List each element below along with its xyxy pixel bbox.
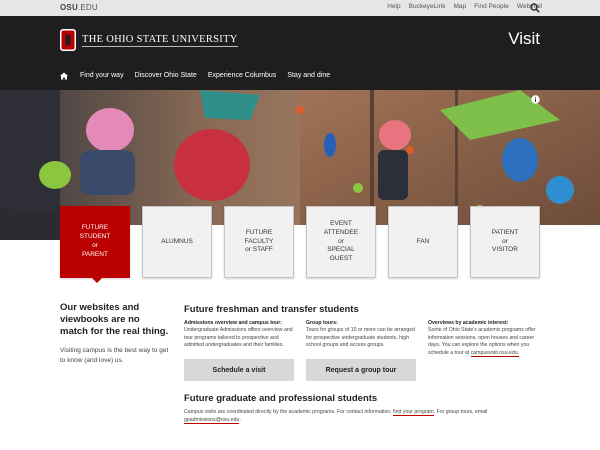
academic-interest-text: Some of Ohio State's academic programs o…: [428, 327, 540, 357]
utility-links: Help BuckeyeLink Map Find People Webmail: [387, 3, 542, 10]
nav-item-discover-ohio-state[interactable]: Discover Ohio State: [135, 72, 197, 79]
home-icon[interactable]: [60, 72, 68, 80]
request-group-tour-button[interactable]: Request a group tour: [306, 359, 416, 381]
tile-label-line: or: [92, 242, 98, 249]
academic-interest-block: Overviews by academic interest: Some of …: [428, 320, 540, 357]
tile-label-line: EVENT: [330, 220, 352, 228]
osu-edu-link[interactable]: OSU.EDU: [60, 3, 98, 12]
main-nav: Find your way Discover Ohio State Experi…: [0, 72, 600, 90]
tile-label-line: PARENT: [82, 250, 108, 258]
tile-fan[interactable]: FAN: [388, 206, 458, 278]
tile-label-line: ATTENDEE: [323, 228, 359, 236]
utility-bar: OSU.EDU Help BuckeyeLink Map Find People…: [0, 0, 600, 16]
tile-alumnus[interactable]: ALUMNUS: [142, 206, 212, 278]
academic-interest-heading: Overviews by academic interest:: [428, 320, 509, 326]
university-wordmark[interactable]: THE OHIO STATE UNIVERSITY: [82, 34, 238, 47]
utility-link-map[interactable]: Map: [453, 3, 466, 10]
graduate-section-title: Future graduate and professional student…: [184, 393, 378, 404]
utility-link-help[interactable]: Help: [387, 3, 400, 10]
gpadmissions-email-link[interactable]: gpadmissions@osu.edu: [184, 416, 240, 424]
freshman-section-title: Future freshman and transfer students: [184, 304, 359, 315]
graduate-text: Campus visits are coordinated directly b…: [184, 409, 540, 425]
tile-event-attendee-or-special-guest[interactable]: EVENT ATTENDEE or SPECIAL GUEST: [306, 206, 376, 278]
tile-label-line: STUDENT: [79, 233, 111, 241]
admissions-overview-text: Undergraduate Admissions offers overview…: [184, 327, 293, 349]
intro-heading: Our websites and viewbooks are no match …: [60, 302, 169, 337]
graduate-text-part: . For group tours, email: [433, 409, 488, 415]
utility-link-buckeyelink[interactable]: BuckeyeLink: [409, 3, 446, 10]
tile-label-line: SPECIAL: [327, 246, 355, 254]
nav-item-stay-and-dine[interactable]: Stay and dine: [287, 72, 330, 79]
info-icon[interactable]: [531, 95, 540, 104]
admissions-overview-heading: Admissions overview and campus tour:: [184, 320, 283, 326]
tile-label-line: FUTURE: [81, 224, 109, 232]
find-your-program-link[interactable]: find your program: [393, 409, 434, 416]
tile-label-line: PATIENT: [491, 228, 519, 236]
tile-label-line: or: [502, 237, 508, 245]
search-icon[interactable]: [530, 3, 540, 13]
admissions-overview-block: Admissions overview and campus tour: Und…: [184, 320, 296, 350]
block-o-logo[interactable]: [60, 29, 76, 51]
tile-label-line: FAN: [416, 237, 430, 245]
nav-item-find-your-way[interactable]: Find your way: [80, 72, 124, 79]
nav-item-experience-columbus[interactable]: Experience Columbus: [208, 72, 276, 79]
utility-link-find-people[interactable]: Find People: [474, 3, 509, 10]
tile-label-line: GUEST: [329, 255, 353, 263]
tile-patient-or-visitor[interactable]: PATIENT or VISITOR: [470, 206, 540, 278]
active-tile-pointer: [91, 277, 103, 283]
page-title: Visit: [508, 29, 540, 48]
group-tours-heading: Group tours:: [306, 320, 338, 326]
audience-tiles: FUTURE STUDENT or PARENT ALUMNUS FUTURE …: [60, 206, 540, 286]
tile-future-faculty-or-staff[interactable]: FUTURE FACULTY or STAFF: [224, 206, 294, 278]
graduate-text-part: .: [239, 416, 241, 423]
tile-label-line: FUTURE: [245, 228, 273, 236]
tile-label-line: VISITOR: [492, 246, 518, 254]
group-tours-block: Group tours: Tours for groups of 10 or m…: [306, 320, 418, 350]
schedule-visit-button[interactable]: Schedule a visit: [184, 359, 294, 381]
graduate-text-part: Campus visits are coordinated directly b…: [184, 409, 392, 415]
tile-label-line: FACULTY: [244, 237, 274, 245]
intro-text: Visiting campus is the best way to get t…: [60, 347, 169, 364]
tile-future-student-or-parent[interactable]: FUTURE STUDENT or PARENT: [60, 206, 130, 278]
campusvisit-link[interactable]: campusvisit.osu.edu.: [470, 349, 520, 357]
tile-label-line: or: [338, 237, 344, 245]
tile-label-line: or STAFF: [245, 246, 273, 254]
group-tours-text: Tours for groups of 10 or more can be ar…: [306, 327, 415, 349]
tile-label-line: ALUMNUS: [161, 237, 193, 245]
